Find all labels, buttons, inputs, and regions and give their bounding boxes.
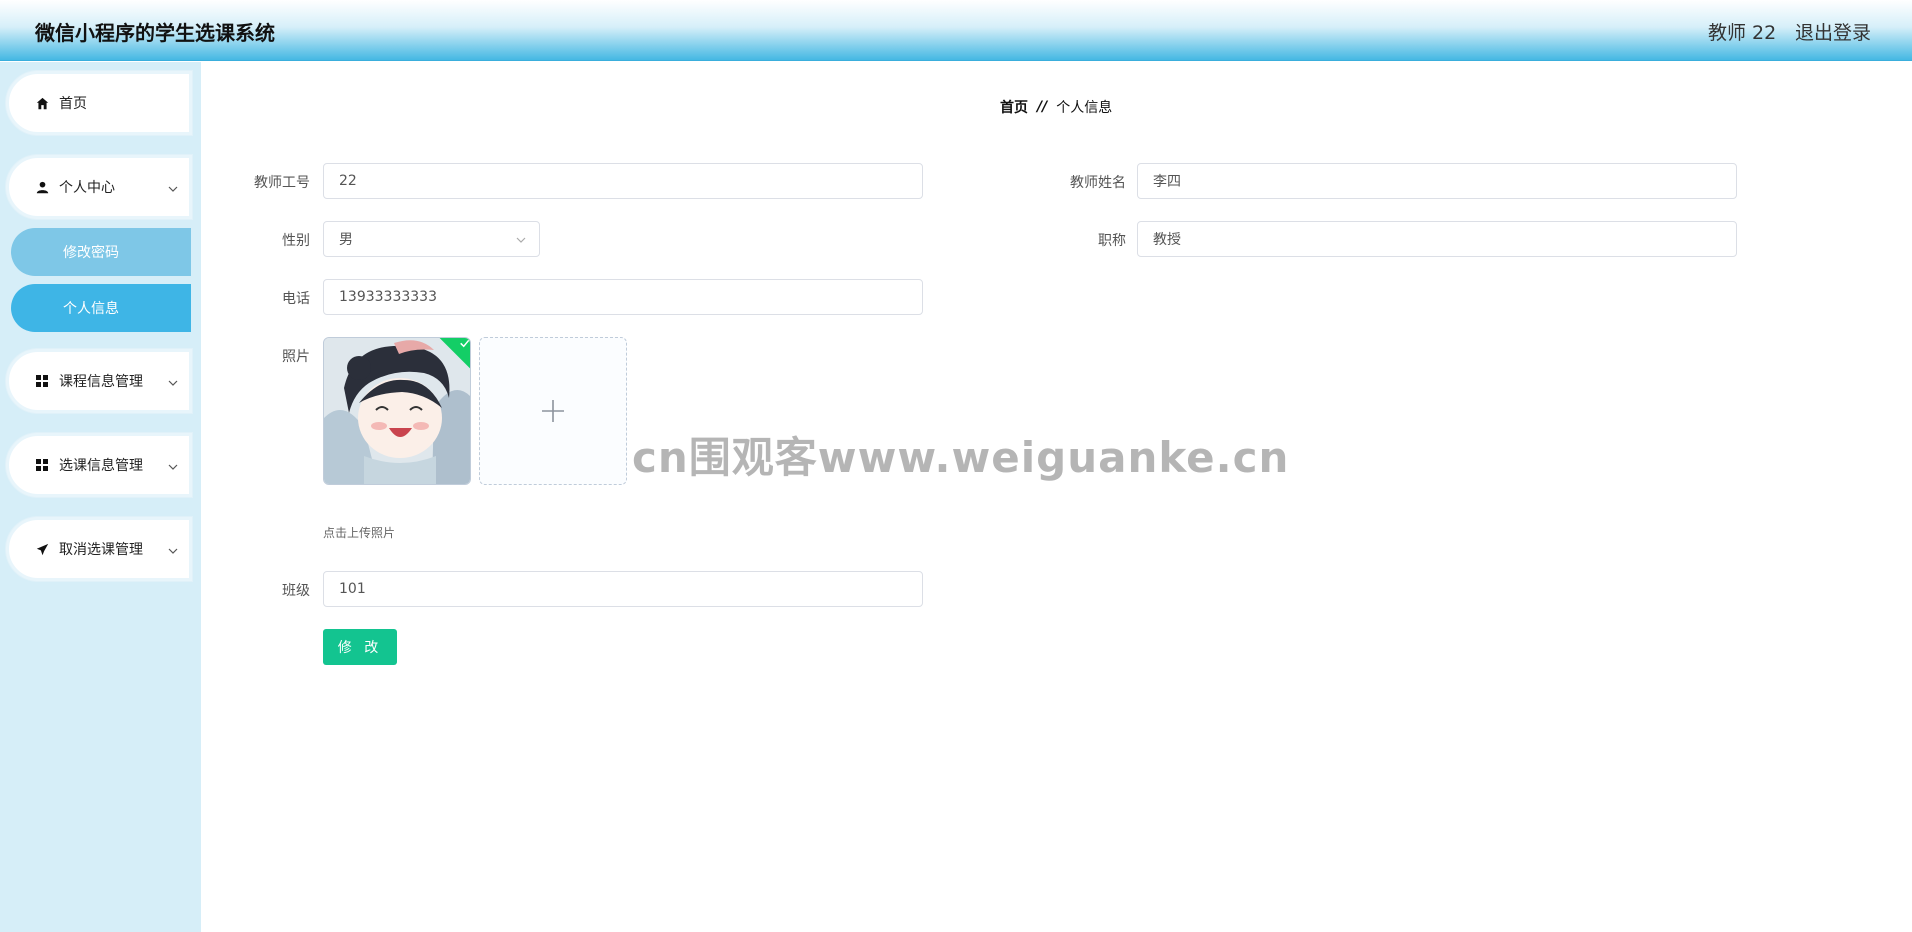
chevron-down-icon	[168, 380, 178, 386]
breadcrumb-home[interactable]: 首页	[1000, 97, 1028, 117]
top-bar: 微信小程序的学生选课系统 教师 22 退出登录	[0, 0, 1912, 61]
teacher-name-label: 教师姓名	[1070, 175, 1126, 191]
sidebar-subitem-label: 修改密码	[63, 245, 119, 261]
class-value: 101	[339, 581, 366, 597]
sidebar-subitem-label: 个人信息	[63, 301, 119, 317]
app-title: 微信小程序的学生选课系统	[35, 21, 275, 45]
sidebar-item-cancel-selection-management[interactable]: 取消选课管理	[6, 517, 192, 581]
grid-icon	[35, 374, 49, 388]
teacher-id-label: 教师工号	[254, 175, 310, 191]
class-label: 班级	[282, 583, 310, 599]
teacher-name-input[interactable]: 李四	[1137, 163, 1737, 199]
chevron-down-icon	[168, 464, 178, 470]
breadcrumb-current: 个人信息	[1056, 100, 1113, 116]
gender-value: 男	[339, 232, 353, 248]
sidebar-item-label: 课程信息管理	[59, 374, 143, 390]
submit-button[interactable]: 修 改	[323, 629, 397, 665]
sidebar-item-label: 个人中心	[59, 180, 115, 196]
sidebar-item-label: 首页	[59, 96, 87, 112]
gender-select[interactable]: 男	[323, 221, 540, 257]
breadcrumb-separator: //	[1037, 99, 1048, 115]
avatar-illustration	[324, 338, 470, 484]
uploaded-photo[interactable]	[323, 337, 471, 485]
teacher-id-value: 22	[339, 173, 357, 189]
sidebar-item-selection-management[interactable]: 选课信息管理	[6, 433, 192, 497]
logout-button[interactable]: 退出登录	[1795, 18, 1871, 45]
title-input[interactable]: 教授	[1137, 221, 1737, 257]
photo-upload-button[interactable]	[479, 337, 627, 485]
user-icon	[35, 180, 49, 194]
sidebar-item-course-management[interactable]: 课程信息管理	[6, 349, 192, 413]
teacher-name-value: 李四	[1153, 174, 1181, 190]
check-icon	[460, 339, 470, 348]
sidebar-item-label: 取消选课管理	[59, 542, 143, 558]
title-label: 职称	[1098, 233, 1126, 249]
chevron-down-icon	[168, 186, 178, 192]
breadcrumb: 首页 // 个人信息	[1000, 97, 1112, 117]
sidebar-item-home[interactable]: 首页	[6, 71, 192, 135]
photo-upload-hint: 点击上传照片	[323, 526, 396, 540]
title-value: 教授	[1153, 232, 1181, 248]
photo-label: 照片	[282, 349, 310, 365]
home-icon	[35, 96, 49, 110]
chevron-down-icon	[516, 237, 526, 243]
chevron-down-icon	[168, 548, 178, 554]
class-input[interactable]: 101	[323, 571, 923, 607]
grid-icon	[35, 458, 49, 472]
sidebar-item-label: 选课信息管理	[59, 458, 143, 474]
phone-input[interactable]: 13933333333	[323, 279, 923, 315]
sidebar-item-personal-center[interactable]: 个人中心	[6, 155, 192, 219]
paper-plane-icon	[35, 542, 49, 556]
sidebar-subitem-personal-info[interactable]: 个人信息	[11, 284, 191, 332]
phone-value: 13933333333	[339, 289, 437, 305]
watermark: cn围观客www.weiguanke.cn	[632, 433, 1290, 482]
current-user: 教师 22	[1708, 22, 1777, 44]
gender-label: 性别	[282, 233, 310, 249]
phone-label: 电话	[282, 291, 310, 307]
teacher-id-input[interactable]: 22	[323, 163, 923, 199]
plus-icon	[542, 400, 564, 422]
sidebar-subitem-change-password[interactable]: 修改密码	[11, 228, 191, 276]
